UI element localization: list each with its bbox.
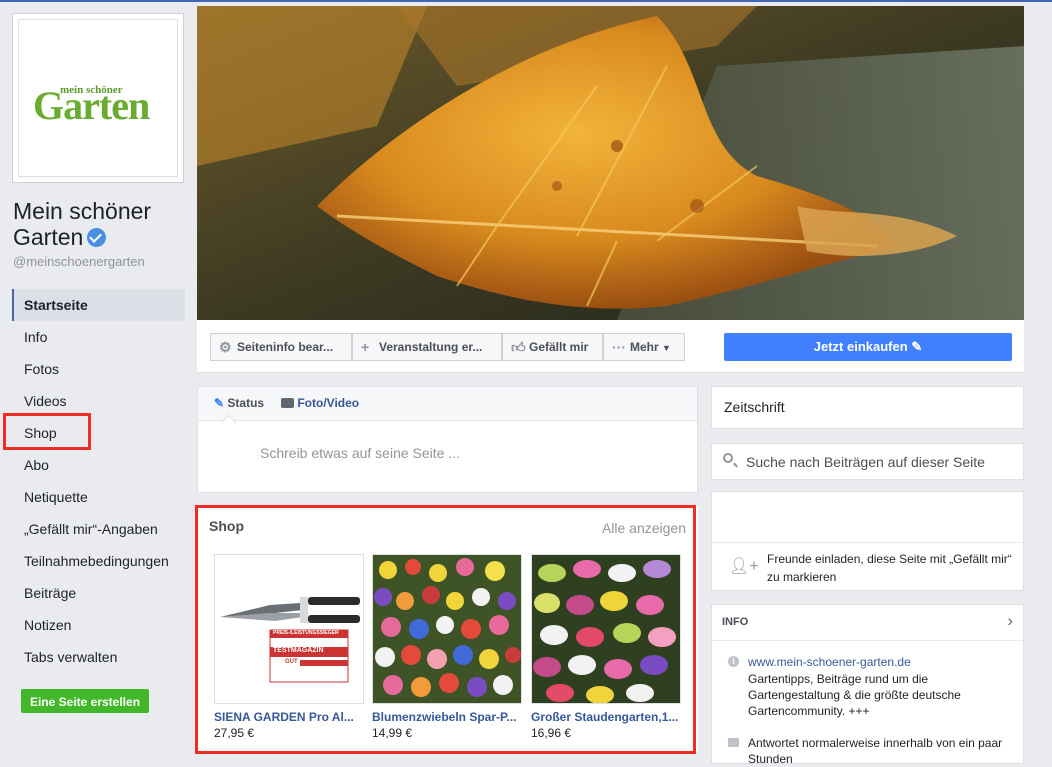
chevron-right-icon[interactable]: › [1007,611,1013,631]
post-search-input[interactable]: Suche nach Beiträgen auf dieser Seite [746,454,985,470]
edit-page-info-label: Seiteninfo bear... [237,340,334,354]
camera-icon [281,398,294,408]
post-composer: ✎ Status Foto/Video Schreib etwas auf se… [197,386,698,493]
pencil-icon: ✎ [911,339,923,354]
divider [712,542,1023,543]
thumbs-up-icon: 👍︎ [511,339,526,355]
tab-pointer [220,414,237,431]
photo-video-label: Foto/Video [297,396,360,410]
cover-photo[interactable] [197,6,1024,320]
page-title[interactable]: Mein schöner Garten [13,198,183,250]
dots-icon: ··· [612,339,626,355]
nav-item-abo[interactable]: Abo [12,449,185,481]
caret-down-icon: ▼ [662,343,671,353]
post-search-box[interactable]: Suche nach Beiträgen auf dieser Seite [711,443,1024,480]
composer-tabs: ✎ Status Foto/Video [198,387,697,431]
add-person-icon: 👤︎+ [729,558,759,575]
website-link[interactable]: www.mein-schoener-garten.de [748,655,911,669]
nav-item-info[interactable]: Info [12,321,185,353]
invite-friends-card: 👤︎+ Freunde einladen, diese Seite mit „G… [711,491,1024,591]
shop-now-button[interactable]: Jetzt einkaufen ✎ [724,333,1012,361]
more-button[interactable]: ··· Mehr ▼ [603,333,685,361]
page-category[interactable]: Zeitschrift [711,386,1024,429]
nav-item-notizen[interactable]: Notizen [12,609,185,641]
nav-item-tabs-verwalten[interactable]: Tabs verwalten [12,641,185,673]
more-label: Mehr [630,340,659,354]
shop-section-highlight [195,505,696,754]
create-page-button[interactable]: Eine Seite erstellen [21,689,149,713]
divider [712,640,1023,641]
verified-badge-icon [87,228,107,247]
nav-item-startseite[interactable]: Startseite [12,289,185,321]
like-button[interactable]: 👍︎ Gefällt mir [502,333,603,361]
nav-item-netiquette[interactable]: Netiquette [12,481,185,513]
page-description: Gartentipps, Beiträge rund um die Garten… [748,672,961,718]
profile-picture[interactable]: mein schöner Garten [12,13,184,183]
tab-status[interactable]: ✎ Status [214,396,264,410]
create-event-button[interactable]: + Veranstaltung er... [352,333,502,361]
search-icon [723,453,733,463]
composer-input[interactable]: Schreib etwas auf seine Seite ... [260,445,460,461]
message-icon [728,738,739,747]
status-label: Status [227,396,265,410]
shop-now-label: Jetzt einkaufen [813,339,908,354]
plus-icon: + [361,339,370,355]
invite-friends-link[interactable]: Freunde einladen, diese Seite mit „Gefäl… [767,550,1017,586]
gear-icon: ⚙ [219,339,232,355]
page-name-text[interactable]: Mein schöner Garten [13,198,151,250]
page-nav: Startseite Info Fotos Videos Shop Abo Ne… [12,289,185,673]
tab-photo-video[interactable]: Foto/Video [281,396,359,410]
shop-nav-highlight [3,413,91,450]
create-event-label: Veranstaltung er... [379,340,483,354]
info-header[interactable]: INFO [722,616,748,628]
page-handle[interactable]: @meinschoenergarten [13,254,145,269]
page-action-bar: ⚙ Seiteninfo bear... + Veranstaltung er...… [197,320,1024,373]
logo: mein schöner Garten [18,19,178,177]
nav-item-teilnahmebedingungen[interactable]: Teilnahmebedingungen [12,545,185,577]
nav-item-fotos[interactable]: Fotos [12,353,185,385]
info-card: INFO › i www.mein-schoener-garten.de Gar… [711,604,1024,766]
top-accent-line [0,0,1052,2]
info-icon: i [728,656,739,667]
cover-leaf-image [197,6,1024,320]
logo-wordmark: Garten [33,83,150,128]
pencil-icon: ✎ [214,396,225,410]
edit-page-info-button[interactable]: ⚙ Seiteninfo bear... [210,333,352,361]
response-time: Antwortet normalerweise innerhalb von ei… [748,736,1003,766]
nav-item-likes[interactable]: „Gefällt mir“-Angaben [12,513,185,545]
like-label: Gefällt mir [529,340,589,354]
nav-item-beitraege[interactable]: Beiträge [12,577,185,609]
